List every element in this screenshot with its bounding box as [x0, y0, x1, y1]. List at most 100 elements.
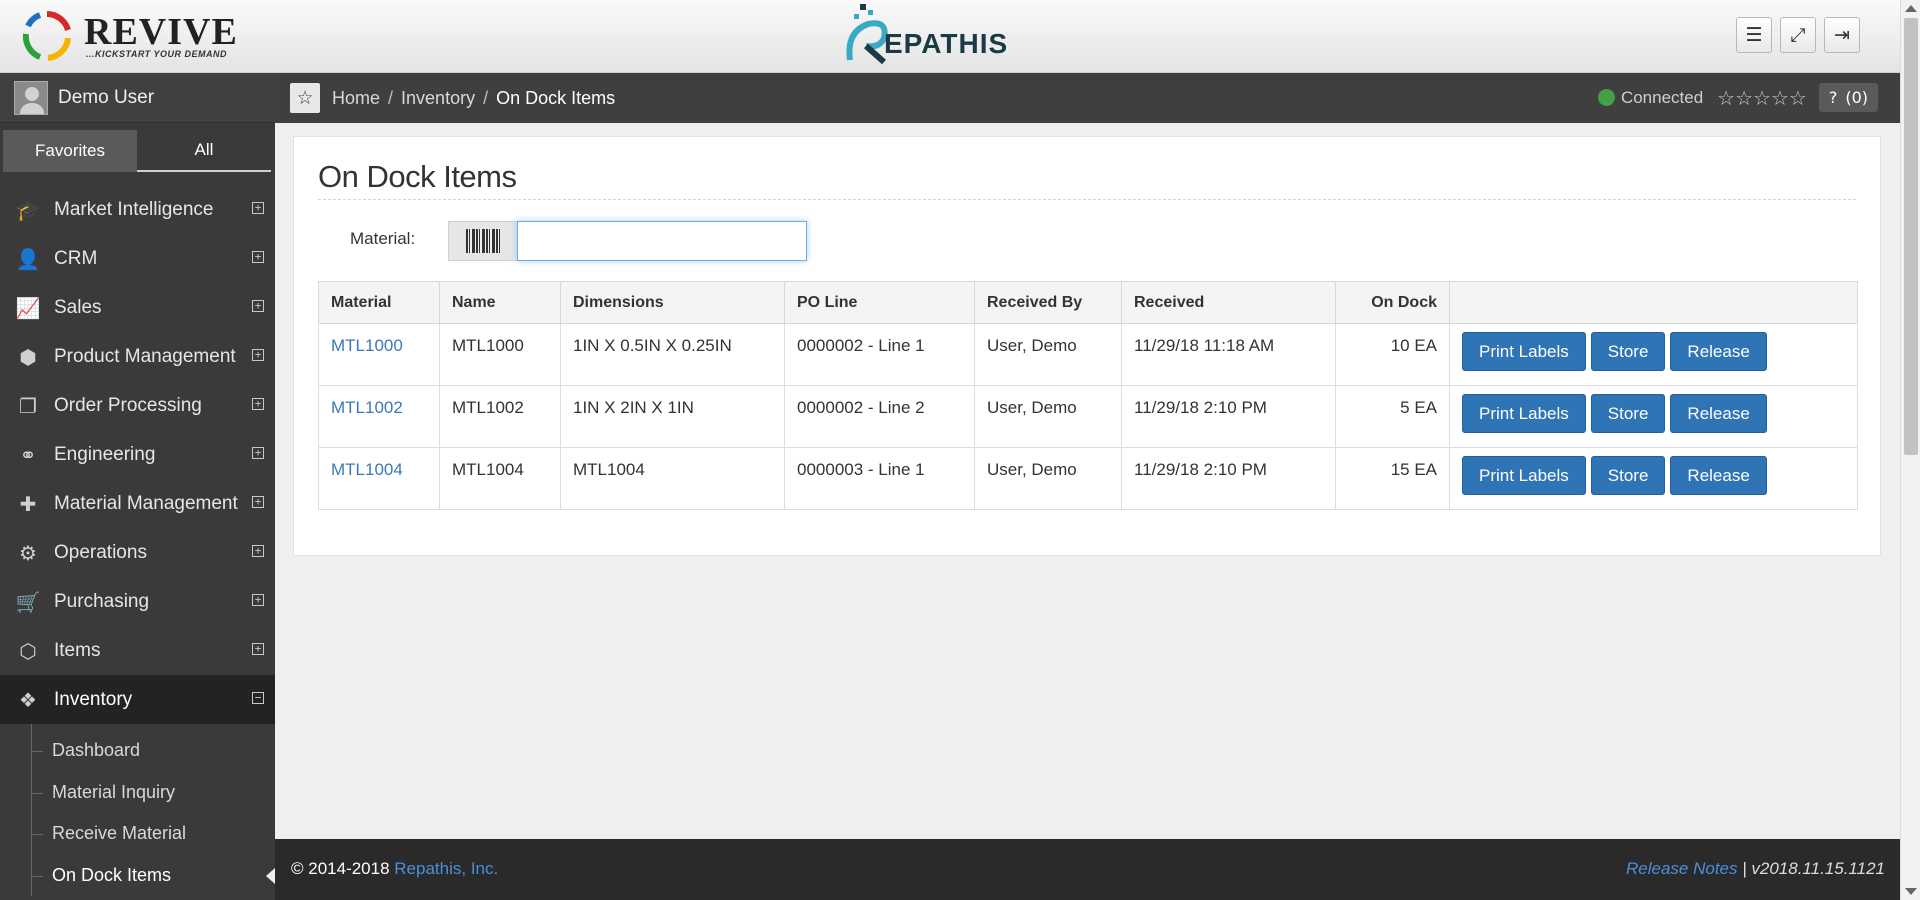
breadcrumb-bar: ☆ Home / Inventory / On Dock Items Conne…	[275, 73, 1900, 123]
sidebar-item-order-processing[interactable]: ❐ Order Processing +	[0, 381, 275, 430]
barcode-scan-button[interactable]	[448, 221, 518, 261]
breadcrumb-home[interactable]: Home	[332, 88, 380, 109]
release-button[interactable]: Release	[1670, 456, 1767, 495]
store-button[interactable]: Store	[1590, 456, 1666, 495]
sidebar-subitem-material-inquiry[interactable]: Material Inquiry	[0, 772, 275, 814]
release-button[interactable]: Release	[1670, 332, 1767, 371]
col-received[interactable]: Received	[1121, 281, 1336, 324]
expand-plus-icon[interactable]: +	[252, 251, 264, 263]
help-count: (0)	[1845, 88, 1868, 107]
expand-plus-icon[interactable]: +	[252, 594, 264, 606]
cell-po-line: 0000002 - Line 1	[784, 323, 975, 386]
tab-favorites[interactable]: Favorites	[3, 130, 137, 172]
fullscreen-button[interactable]: ⤢	[1780, 17, 1816, 53]
scroll-up-arrow-icon[interactable]	[1905, 5, 1917, 12]
inventory-subnav: Dashboard Material Inquiry Receive Mater…	[0, 724, 275, 896]
revive-logo: REVIVE ...KICKSTART YOUR DEMAND	[18, 8, 248, 64]
sidebar-subitem-dashboard[interactable]: Dashboard	[0, 730, 275, 772]
logout-button[interactable]: ⇥	[1824, 17, 1860, 53]
repathis-logo-text: EPATHIS	[884, 28, 1009, 59]
print-labels-button[interactable]: Print Labels	[1462, 332, 1586, 371]
sidebar-item-label: Operations	[54, 541, 147, 563]
col-on-dock[interactable]: On Dock	[1335, 281, 1450, 324]
cell-name: MTL1002	[439, 385, 561, 448]
sidebar-item-product-management[interactable]: ⬢ Product Management +	[0, 332, 275, 381]
sidebar-item-label: Purchasing	[54, 590, 150, 612]
sidebar-item-crm[interactable]: 👤 CRM +	[0, 234, 275, 283]
col-po-line[interactable]: PO Line	[784, 281, 975, 324]
release-button[interactable]: Release	[1670, 394, 1767, 433]
revive-swirl-icon	[22, 11, 71, 61]
tab-all[interactable]: All	[137, 130, 271, 172]
user-profile[interactable]: Demo User	[0, 73, 275, 123]
release-notes-link[interactable]: Release Notes	[1626, 859, 1738, 878]
cell-po-line: 0000003 - Line 1	[784, 447, 975, 510]
print-labels-button[interactable]: Print Labels	[1462, 456, 1586, 495]
sidebar: Demo User Favorites All 🎓 Market Intelli…	[0, 73, 275, 900]
favorite-star-button[interactable]: ☆	[290, 83, 320, 113]
col-material[interactable]: Material	[318, 281, 440, 324]
expand-icon: ⤢	[1790, 24, 1806, 46]
top-header: REVIVE ...KICKSTART YOUR DEMAND EPATHIS …	[0, 0, 1900, 73]
sidebar-subitem-on-dock-items[interactable]: On Dock Items	[0, 855, 275, 897]
cell-on-dock: 10 EA	[1335, 323, 1450, 386]
sidebar-nav: 🎓 Market Intelligence + 👤 CRM + 📈 Sales …	[0, 185, 275, 896]
expand-plus-icon[interactable]: +	[252, 447, 264, 459]
expand-plus-icon[interactable]: +	[252, 398, 264, 410]
sidebar-item-label: Product Management	[54, 345, 236, 367]
store-button[interactable]: Store	[1590, 332, 1666, 371]
col-received-by[interactable]: Received By	[974, 281, 1122, 324]
sidebar-item-market-intelligence[interactable]: 🎓 Market Intelligence +	[0, 185, 275, 234]
cell-po-line: 0000002 - Line 2	[784, 385, 975, 448]
line-chart-icon: 📈	[15, 295, 41, 320]
table-row: MTL1000 MTL1000 1IN X 0.5IN X 0.25IN 000…	[318, 323, 1858, 386]
sidebar-item-label: Material Management	[54, 492, 238, 514]
sidebar-item-sales[interactable]: 📈 Sales +	[0, 283, 275, 332]
sidebar-item-inventory[interactable]: ❖ Inventory −	[0, 675, 275, 724]
sidebar-item-label: Order Processing	[54, 394, 202, 416]
expand-plus-icon[interactable]: +	[252, 496, 264, 508]
expand-plus-icon[interactable]: +	[252, 545, 264, 557]
help-button[interactable]: ? (0)	[1818, 83, 1878, 112]
material-input[interactable]	[517, 221, 807, 261]
table-row: MTL1004 MTL1004 MTL1004 0000003 - Line 1…	[318, 447, 1858, 510]
menu-button[interactable]: ☰	[1736, 17, 1772, 53]
question-icon: ?	[1828, 88, 1838, 107]
cell-dimensions: 1IN X 2IN X 1IN	[560, 385, 785, 448]
revive-logo-text: REVIVE	[84, 11, 238, 53]
sidebar-item-engineering[interactable]: ⚭ Engineering +	[0, 430, 275, 479]
material-link[interactable]: MTL1002	[331, 398, 403, 417]
sign-out-icon: ⇥	[1834, 24, 1850, 46]
col-dimensions[interactable]: Dimensions	[560, 281, 785, 324]
col-name[interactable]: Name	[439, 281, 561, 324]
expand-plus-icon[interactable]: +	[252, 300, 264, 312]
scroll-down-arrow-icon[interactable]	[1905, 888, 1917, 895]
store-button[interactable]: Store	[1590, 394, 1666, 433]
print-labels-button[interactable]: Print Labels	[1462, 394, 1586, 433]
expand-plus-icon[interactable]: +	[252, 643, 264, 655]
expand-plus-icon[interactable]: +	[252, 202, 264, 214]
user-name: Demo User	[58, 86, 155, 108]
cell-dimensions: MTL1004	[560, 447, 785, 510]
collapse-minus-icon[interactable]: −	[252, 692, 264, 704]
cell-material: MTL1004	[318, 447, 440, 510]
cell-name: MTL1000	[439, 323, 561, 386]
user-icon: 👤	[15, 246, 41, 271]
expand-plus-icon[interactable]: +	[252, 349, 264, 361]
breadcrumb-inventory[interactable]: Inventory	[401, 88, 475, 109]
material-link[interactable]: MTL1004	[331, 460, 403, 479]
cell-material: MTL1002	[318, 385, 440, 448]
sidebar-item-purchasing[interactable]: 🛒 Purchasing +	[0, 577, 275, 626]
sidebar-item-operations[interactable]: ⚙ Operations +	[0, 528, 275, 577]
company-link[interactable]: Repathis, Inc.	[394, 859, 498, 878]
material-link[interactable]: MTL1000	[331, 336, 403, 355]
scroll-thumb[interactable]	[1904, 18, 1918, 455]
sidebar-item-material-management[interactable]: ✚ Material Management +	[0, 479, 275, 528]
page-scrollbar[interactable]	[1900, 0, 1920, 900]
rating-stars[interactable]: ☆☆☆☆☆	[1717, 86, 1807, 110]
sidebar-subitem-receive-material[interactable]: Receive Material	[0, 813, 275, 855]
sidebar-item-label: Sales	[54, 296, 102, 318]
avatar	[14, 80, 48, 115]
sidebar-item-items[interactable]: ⬡ Items +	[0, 626, 275, 675]
footer: © 2014-2018 Repathis, Inc. Release Notes…	[275, 839, 1900, 900]
